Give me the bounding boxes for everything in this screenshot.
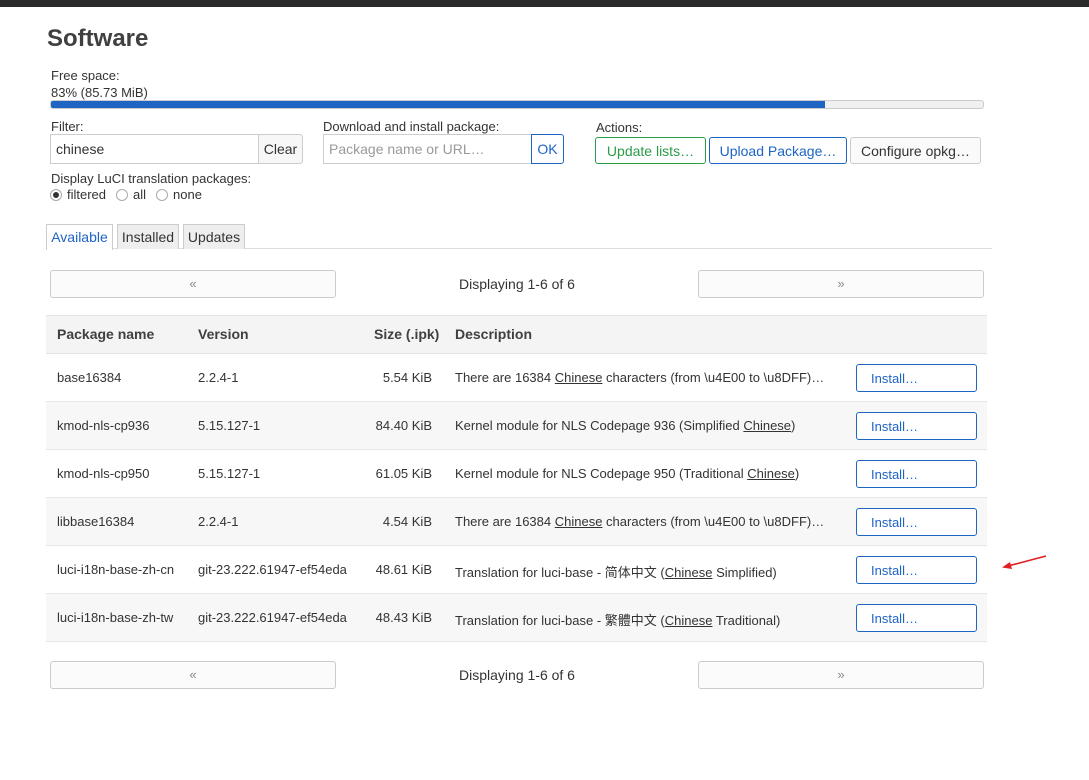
description-text: Kernel module for NLS Codepage 936 (Simp… — [455, 418, 744, 433]
package-version: git-23.222.61947-ef54eda — [198, 562, 347, 577]
tab-available[interactable]: Available — [46, 224, 113, 250]
package-size: 4.54 KiB — [382, 514, 432, 529]
install-button[interactable]: Install… — [856, 364, 977, 392]
filter-input[interactable] — [50, 134, 259, 164]
package-description: There are 16384 Chinese characters (from… — [455, 514, 827, 529]
install-button[interactable]: Install… — [856, 412, 977, 440]
table-row: luci-i18n-base-zh-tw git-23.222.61947-ef… — [46, 594, 987, 642]
description-text: characters (from \u4E00 to \u8DFF)… — [602, 370, 825, 385]
table-header: Package name Version Size (.ipk) Descrip… — [46, 315, 987, 354]
package-name: base16384 — [57, 370, 122, 385]
page-title: Software — [47, 25, 149, 52]
free-space-bar-fill — [51, 101, 825, 108]
ok-button[interactable]: OK — [531, 134, 564, 164]
description-text: There are 16384 — [455, 514, 555, 529]
package-description: There are 16384 Chinese characters (from… — [455, 370, 827, 385]
description-highlight: Chinese — [664, 565, 713, 580]
radio-all[interactable]: all — [116, 187, 146, 202]
top-bar — [0, 0, 1089, 7]
description-highlight: Chinese — [554, 370, 603, 385]
description-text: Simplified) — [712, 565, 777, 580]
free-space-label: Free space: — [51, 68, 120, 83]
next-page-button-bottom[interactable]: » — [698, 661, 984, 689]
radio-none-indicator[interactable] — [156, 188, 169, 201]
install-button[interactable]: Install… — [856, 604, 977, 632]
install-button[interactable]: Install… — [856, 460, 977, 488]
description-text: characters (from \u4E00 to \u8DFF)… — [602, 514, 825, 529]
package-name: luci-i18n-base-zh-tw — [57, 610, 174, 625]
package-version: 2.2.4-1 — [198, 514, 239, 529]
prev-page-button-bottom[interactable]: « — [50, 661, 336, 689]
install-button[interactable]: Install… — [856, 508, 977, 536]
header-package-name: Package name — [57, 326, 155, 342]
package-size: 61.05 KiB — [375, 466, 432, 481]
install-button[interactable]: Install… — [856, 556, 977, 584]
package-name: libbase16384 — [57, 514, 135, 529]
tab-updates[interactable]: Updates — [183, 224, 245, 249]
description-text: Traditional) — [712, 613, 781, 628]
package-version: 2.2.4-1 — [198, 370, 239, 385]
package-version: 5.15.127-1 — [198, 418, 261, 433]
description-highlight: Chinese — [747, 466, 795, 481]
package-url-input[interactable] — [323, 134, 532, 164]
package-description: Kernel module for NLS Codepage 950 (Trad… — [455, 466, 827, 481]
description-text: ) — [794, 466, 800, 481]
next-page-button-top[interactable]: » — [698, 270, 984, 298]
table-row: kmod-nls-cp950 5.15.127-1 61.05 KiB Kern… — [46, 450, 987, 498]
header-version: Version — [198, 326, 249, 342]
table-row: luci-i18n-base-zh-cn git-23.222.61947-ef… — [46, 546, 987, 594]
package-description: Translation for luci-base - 繁體中文 (Chines… — [455, 610, 827, 629]
table-row: base16384 2.2.4-1 5.54 KiB There are 163… — [46, 354, 987, 402]
description-text: Translation for luci-base - 繁體中文 ( — [455, 613, 665, 628]
radio-filtered-label: filtered — [67, 187, 107, 202]
description-text: Translation for luci-base - 简体中文 ( — [455, 565, 665, 580]
table-row: libbase16384 2.2.4-1 4.54 KiB There are … — [46, 498, 987, 546]
table-row: kmod-nls-cp936 5.15.127-1 84.40 KiB Kern… — [46, 402, 987, 450]
package-name: kmod-nls-cp936 — [57, 418, 150, 433]
package-size: 48.43 KiB — [375, 610, 432, 625]
header-description: Description — [455, 326, 533, 342]
radio-none-label: none — [173, 187, 202, 202]
package-version: git-23.222.61947-ef54eda — [198, 610, 347, 625]
pager-status-top: Displaying 1-6 of 6 — [459, 276, 575, 292]
upload-package-button[interactable]: Upload Package… — [709, 137, 847, 164]
radio-filtered[interactable]: filtered — [50, 187, 106, 202]
description-highlight: Chinese — [743, 418, 792, 433]
red-arrow-icon — [1002, 555, 1047, 569]
package-name: luci-i18n-base-zh-cn — [57, 562, 175, 577]
package-version: 5.15.127-1 — [198, 466, 261, 481]
header-size: Size (.ipk) — [374, 326, 440, 342]
luci-translation-options: filtered all none — [50, 187, 212, 202]
package-description: Translation for luci-base - 简体中文 (Chines… — [455, 562, 827, 581]
radio-none[interactable]: none — [156, 187, 202, 202]
package-size: 5.54 KiB — [382, 370, 432, 385]
radio-all-label: all — [133, 187, 147, 202]
package-size: 84.40 KiB — [375, 418, 432, 433]
prev-page-button-top[interactable]: « — [50, 270, 336, 298]
radio-filtered-indicator[interactable] — [50, 188, 62, 201]
description-highlight: Chinese — [664, 613, 713, 628]
actions-label: Actions: — [596, 120, 643, 135]
package-description: Kernel module for NLS Codepage 936 (Simp… — [455, 418, 827, 433]
luci-translation-label: Display LuCI translation packages: — [51, 171, 252, 186]
description-text: Kernel module for NLS Codepage 950 (Trad… — [455, 466, 748, 481]
download-label: Download and install package: — [323, 119, 500, 134]
package-size: 48.61 KiB — [375, 562, 432, 577]
description-text: There are 16384 — [455, 370, 555, 385]
package-name: kmod-nls-cp950 — [57, 466, 150, 481]
update-lists-button[interactable]: Update lists… — [595, 137, 706, 164]
free-space-value: 83% (85.73 MiB) — [51, 85, 148, 100]
description-text: ) — [791, 418, 796, 433]
clear-filter-button[interactable]: Clear — [258, 134, 303, 164]
filter-label: Filter: — [51, 119, 84, 134]
tab-installed[interactable]: Installed — [117, 224, 179, 249]
pager-status-bottom: Displaying 1-6 of 6 — [459, 667, 575, 683]
free-space-bar — [50, 100, 984, 109]
description-highlight: Chinese — [554, 514, 603, 529]
radio-all-indicator[interactable] — [116, 188, 129, 201]
configure-opkg-button[interactable]: Configure opkg… — [850, 137, 981, 164]
package-table: Package name Version Size (.ipk) Descrip… — [46, 315, 987, 642]
